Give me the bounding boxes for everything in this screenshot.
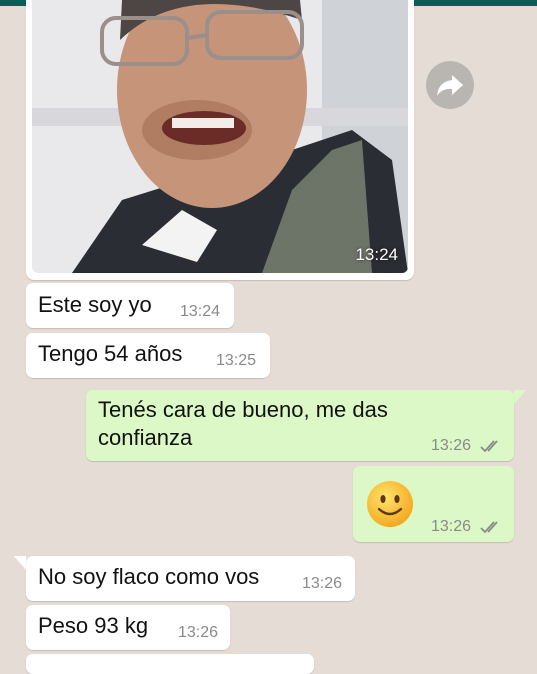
incoming-message[interactable]: Este soy yo 13:24 bbox=[26, 283, 234, 328]
message-time: 13:24 bbox=[180, 303, 221, 320]
forward-button[interactable] bbox=[426, 61, 474, 109]
incoming-message[interactable]: Peso 93 kg 13:26 bbox=[26, 605, 230, 650]
message-time: 13:25 bbox=[216, 352, 257, 369]
message-time: 13:26 bbox=[431, 437, 472, 454]
outgoing-emoji-message[interactable]: 13:26 bbox=[353, 466, 514, 542]
message-text-line-1: Tenés cara de bueno, me das bbox=[98, 397, 388, 422]
message-text: Este soy yo bbox=[38, 292, 152, 317]
double-check-icon bbox=[480, 521, 498, 534]
incoming-message[interactable]: No soy flaco como vos 13:26 bbox=[26, 556, 355, 601]
message-time: 13:26 bbox=[431, 518, 472, 535]
slightly-smiling-face-icon bbox=[367, 481, 413, 527]
outgoing-message[interactable]: Tenés cara de bueno, me das confianza 13… bbox=[86, 390, 514, 461]
double-check-icon bbox=[480, 440, 498, 453]
bubble-tail bbox=[14, 556, 26, 570]
message-text: Peso 93 kg bbox=[38, 613, 149, 638]
photo[interactable]: 13:24 bbox=[32, 0, 408, 273]
message-time: 13:26 bbox=[302, 575, 343, 592]
message-text-line-2: confianza bbox=[98, 425, 193, 450]
message-time: 13:26 bbox=[178, 624, 219, 641]
message-text: No soy flaco como vos bbox=[38, 564, 260, 589]
incoming-message[interactable]: Tengo 54 años 13:25 bbox=[26, 333, 270, 378]
forward-arrow-icon bbox=[437, 75, 463, 96]
message-text: Tengo 54 años bbox=[38, 341, 183, 366]
image-message[interactable]: 13:24 bbox=[26, 0, 414, 280]
portrait-photo bbox=[32, 0, 408, 273]
bubble-tail bbox=[514, 390, 526, 404]
incoming-message-partial[interactable] bbox=[26, 654, 314, 674]
image-timestamp: 13:24 bbox=[355, 245, 398, 264]
